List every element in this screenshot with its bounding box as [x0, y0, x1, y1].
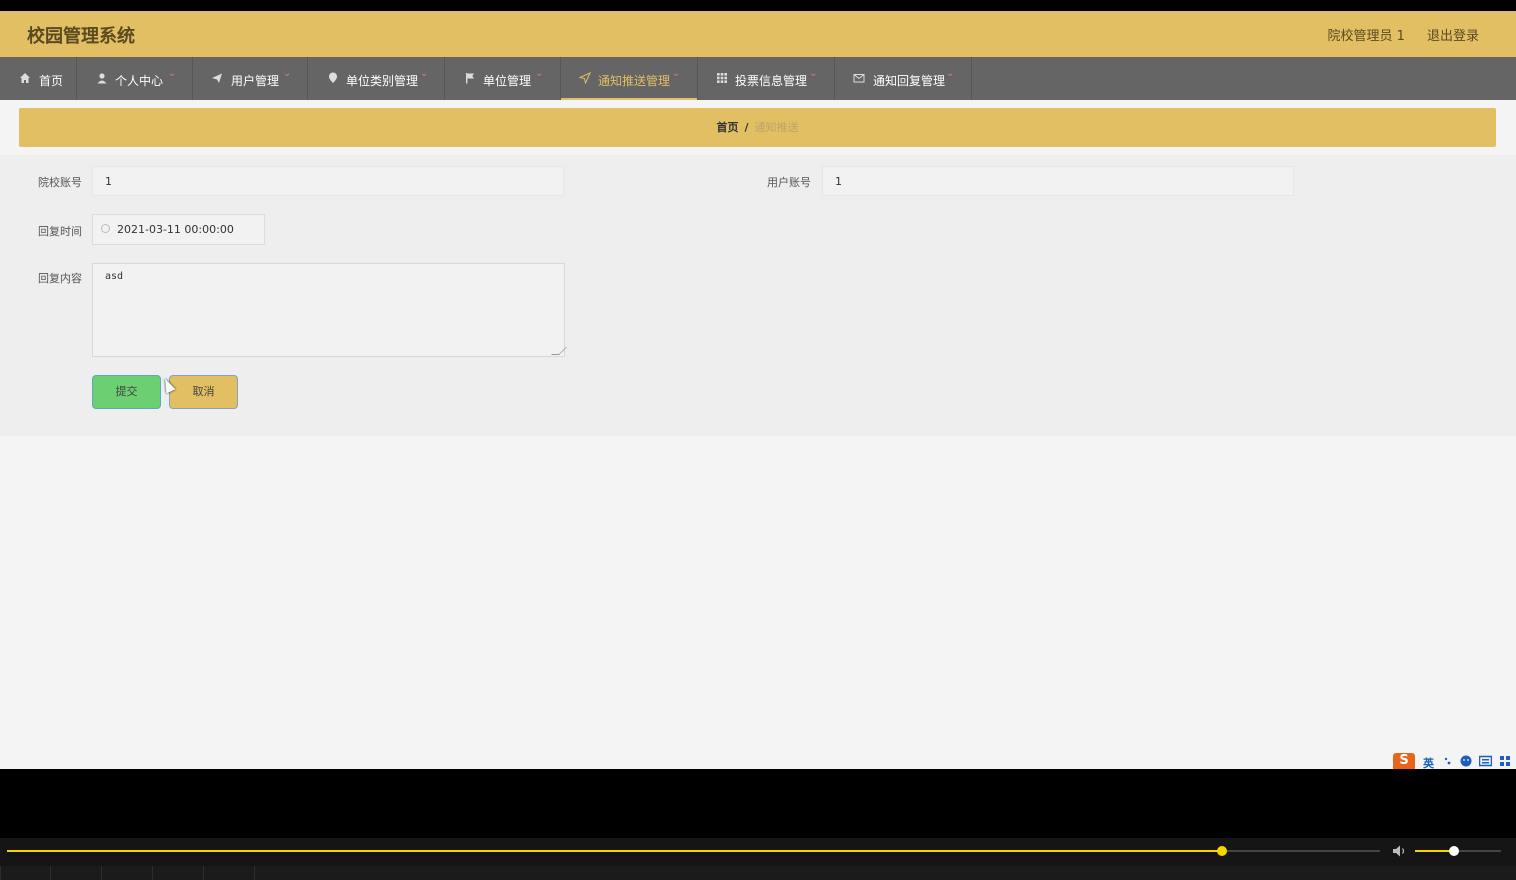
- nav-label: 个人中心: [115, 74, 164, 88]
- nav-item-unit-management[interactable]: 单位管理 ⌄: [445, 57, 561, 100]
- reply-content-label: 回复内容: [38, 272, 82, 285]
- top-header: 校园管理系统 院校管理员 1 退出登录: [0, 11, 1516, 57]
- volume-slider-handle[interactable]: [1448, 846, 1459, 856]
- nav-label: 投票信息管理: [735, 74, 808, 88]
- clock-icon: [101, 224, 110, 233]
- resize-grip-icon[interactable]: [551, 347, 567, 355]
- nav-item-notification-reply-management[interactable]: 通知回复管理 ⌄: [835, 57, 972, 100]
- seek-bar-handle[interactable]: [1217, 846, 1228, 856]
- seek-bar-fill: [7, 850, 1223, 852]
- player-control-slot[interactable]: [152, 866, 203, 880]
- reply-time-datepicker[interactable]: 2021-03-11 00:00:00: [92, 214, 265, 245]
- player-control-slot[interactable]: [50, 866, 101, 880]
- submit-button[interactable]: 提交: [92, 375, 161, 409]
- grid-icon: [717, 73, 727, 83]
- seek-bar[interactable]: [7, 846, 1380, 856]
- breadcrumb-separator: /: [744, 121, 749, 134]
- breadcrumb-current: 通知推送: [754, 121, 799, 134]
- header-user-area: 院校管理员 1 退出登录: [1309, 25, 1479, 44]
- volume-icon[interactable]: [1392, 844, 1408, 858]
- mail-icon: [853, 74, 865, 83]
- user-icon: [97, 73, 107, 84]
- sogou-logo-icon[interactable]: S: [1393, 753, 1415, 769]
- current-user-label[interactable]: 院校管理员 1: [1327, 29, 1404, 44]
- nav-label: 单位管理: [483, 74, 532, 88]
- reply-time-value: 2021-03-11 00:00:00: [117, 223, 234, 236]
- flag-icon: [466, 73, 474, 84]
- navigation-arrow-icon: [579, 72, 591, 84]
- main-nav: 首页 个人中心 ⌄ 用户管理 ⌄ 单位类别管理 ⌄ 单位管理 ⌄ 通知推送管理 …: [0, 57, 1516, 100]
- player-control-slot[interactable]: [101, 866, 152, 880]
- chevron-down-icon: ⌄: [809, 68, 818, 79]
- school-account-input[interactable]: 1: [92, 166, 564, 196]
- nav-item-vote-info-management[interactable]: 投票信息管理 ⌄: [698, 57, 835, 100]
- home-icon: [20, 73, 30, 83]
- video-player-bar: [0, 838, 1516, 880]
- chevron-down-icon: ⌄: [672, 68, 681, 79]
- nav-item-personal-center[interactable]: 个人中心 ⌄: [77, 57, 193, 100]
- nav-label: 用户管理: [231, 74, 280, 88]
- breadcrumb-home[interactable]: 首页: [716, 121, 738, 134]
- volume-slider[interactable]: [1415, 846, 1501, 856]
- reply-content-textarea[interactable]: asd: [92, 263, 567, 357]
- volume-slider-fill: [1415, 850, 1454, 852]
- chevron-down-icon: ⌄: [535, 68, 544, 79]
- chevron-down-icon: ⌄: [946, 68, 955, 79]
- player-controls-strip: [0, 866, 1516, 880]
- chevron-down-icon: ⌄: [420, 68, 429, 79]
- nav-item-user-management[interactable]: 用户管理 ⌄: [193, 57, 308, 100]
- nav-label: 首页: [39, 74, 64, 88]
- toolbox-icon[interactable]: [1499, 755, 1511, 767]
- player-control-slot[interactable]: [0, 866, 51, 880]
- nav-label: 单位类别管理: [346, 74, 419, 88]
- punctuation-icon[interactable]: [1443, 756, 1453, 766]
- nav-item-unit-category-management[interactable]: 单位类别管理 ⌄: [308, 57, 445, 100]
- reply-content-value: asd: [105, 271, 124, 282]
- nav-label: 通知回复管理: [873, 74, 946, 88]
- nav-label: 通知推送管理: [598, 74, 671, 88]
- chevron-down-icon: ⌄: [168, 68, 177, 79]
- breadcrumb: 首页 / 通知推送: [19, 108, 1496, 147]
- nav-item-home[interactable]: 首页: [0, 57, 77, 100]
- nav-item-notification-push-management[interactable]: 通知推送管理 ⌄: [561, 57, 698, 100]
- emoji-icon[interactable]: [1460, 755, 1472, 767]
- school-account-label: 院校账号: [38, 176, 82, 189]
- form-panel: 院校账号 1 用户账号 1 回复时间 2021-03-11 00:00:00 回…: [0, 155, 1516, 436]
- player-control-slot[interactable]: [254, 866, 305, 880]
- keyboard-icon[interactable]: [1479, 755, 1492, 767]
- location-pin-icon: [328, 72, 338, 83]
- cancel-button[interactable]: 取消: [169, 375, 238, 409]
- user-account-label: 用户账号: [767, 176, 811, 189]
- send-icon: [212, 73, 222, 83]
- ime-mode-label[interactable]: 英: [1423, 755, 1434, 769]
- player-control-slot[interactable]: [203, 866, 254, 880]
- logout-button[interactable]: 退出登录: [1427, 29, 1479, 44]
- chevron-down-icon: ⌄: [283, 68, 292, 79]
- user-account-input[interactable]: 1: [822, 166, 1294, 196]
- app-window: 校园管理系统 院校管理员 1 退出登录 首页 个人中心 ⌄ 用户管理 ⌄ 单位类…: [0, 11, 1516, 769]
- reply-time-label: 回复时间: [38, 225, 82, 238]
- app-title: 校园管理系统: [27, 26, 135, 47]
